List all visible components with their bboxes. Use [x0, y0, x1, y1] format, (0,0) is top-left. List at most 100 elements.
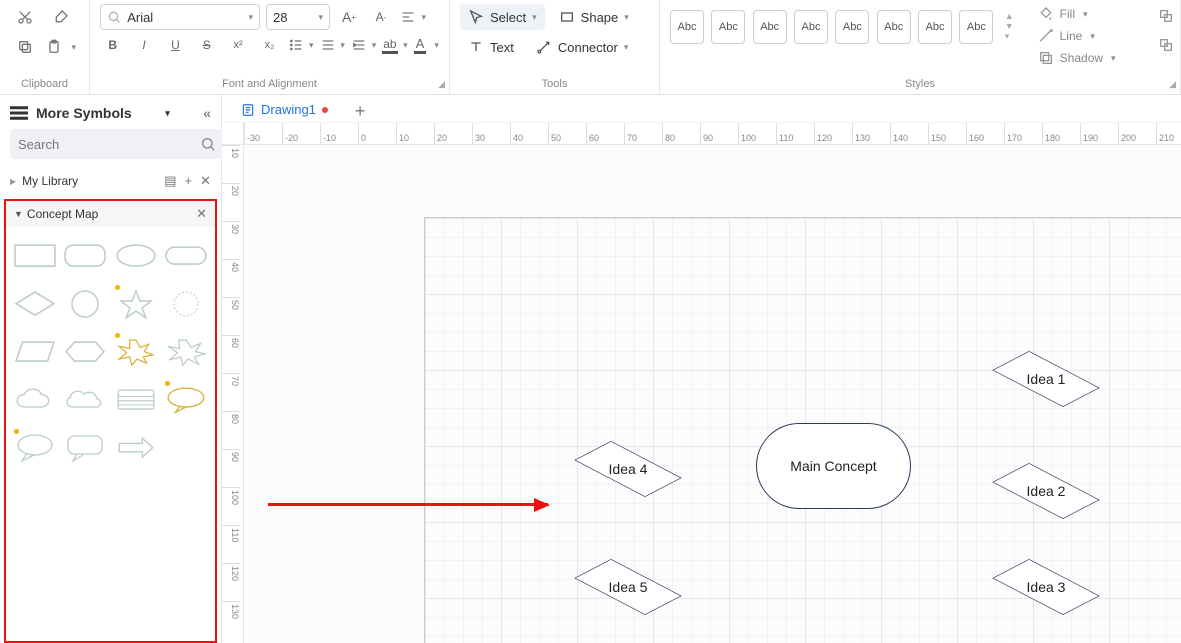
shape-arrow-right[interactable] — [113, 431, 159, 465]
text-tool[interactable]: Text — [460, 34, 522, 60]
lib-grid-icon[interactable]: ▤ — [164, 173, 176, 189]
font-size-select[interactable]: 28 ▾ — [266, 4, 330, 30]
underline-icon[interactable]: U — [163, 34, 188, 56]
style-swatch-4[interactable]: Abc — [794, 10, 828, 44]
decrease-font-icon[interactable]: A- — [368, 6, 394, 28]
bring-front-icon[interactable] — [1158, 8, 1174, 27]
shape-roundrect[interactable] — [62, 239, 108, 273]
node-idea1[interactable]: Idea 1 — [996, 353, 1096, 405]
fill-dropdown[interactable]: Fill▾ — [1038, 4, 1116, 24]
send-back-icon[interactable] — [1158, 37, 1174, 56]
symbol-search[interactable] — [10, 129, 224, 159]
collapse-left-icon[interactable]: « — [203, 105, 211, 121]
style-swatch-7[interactable]: Abc — [918, 10, 952, 44]
shape-hexagon[interactable] — [62, 335, 108, 369]
lib-close-icon[interactable]: ✕ — [200, 173, 211, 189]
drawing-surface[interactable]: Main Concept Idea 4 Idea 5 Idea 1 Idea 2… — [244, 145, 1181, 643]
shape-rectangle[interactable] — [12, 239, 58, 273]
font-family-select[interactable]: Arial ▾ — [100, 4, 260, 30]
annotation-arrow — [268, 503, 548, 506]
category-close-icon[interactable]: ✕ — [196, 206, 207, 222]
symbol-search-input[interactable] — [18, 137, 194, 152]
node-idea4[interactable]: Idea 4 — [578, 443, 678, 495]
style-swatch-2[interactable]: Abc — [711, 10, 745, 44]
subscript-icon[interactable]: x₂ — [257, 34, 282, 56]
shape-speech-rect[interactable] — [62, 431, 108, 465]
highlight-icon[interactable]: ab▾ — [382, 34, 407, 56]
shadow-dropdown[interactable]: Shadow▾ — [1038, 48, 1116, 68]
connector-tool[interactable]: Connector▾ — [528, 34, 637, 60]
tab-drawing1[interactable]: Drawing1 — [230, 96, 339, 122]
gallery-more-icon[interactable]: ▾ — [1005, 31, 1014, 42]
lib-add-icon[interactable]: + — [185, 173, 193, 189]
shape-speech-oval[interactable] — [12, 431, 58, 465]
gallery-down-icon[interactable]: ▼ — [1005, 21, 1014, 31]
left-panel: More Symbols▾ « ︿ ﹀ ▶ My Library ▤ + ✕ — [0, 95, 222, 643]
style-swatch-5[interactable]: Abc — [835, 10, 869, 44]
tools-label: Tools — [460, 76, 649, 92]
indent-icon[interactable]: ▾ — [351, 34, 376, 56]
shape-tool[interactable]: Shape▾ — [551, 4, 637, 30]
increase-font-icon[interactable]: A+ — [336, 6, 362, 28]
shape-palette — [6, 227, 215, 477]
bold-icon[interactable]: B — [100, 34, 125, 56]
style-swatch-8[interactable]: Abc — [959, 10, 993, 44]
font-family-value: Arial — [127, 10, 242, 25]
ribbon-group-tools: Select▾ Shape▾ Text Connector▾ Tools — [450, 0, 660, 94]
line-spacing-icon[interactable]: ▾ — [320, 34, 345, 56]
align-icon[interactable]: ▾ — [400, 6, 426, 28]
line-dropdown[interactable]: Line▾ — [1038, 26, 1116, 46]
bullet-list-icon[interactable]: ▾ — [288, 34, 313, 56]
shape-cloud2[interactable] — [62, 383, 108, 417]
my-library-row[interactable]: ▶ My Library ▤ + ✕ — [0, 167, 221, 195]
ribbon-group-clipboard: ▾ Clipboard — [0, 0, 90, 94]
shape-burst[interactable] — [163, 287, 209, 321]
gallery-up-icon[interactable]: ▲ — [1005, 11, 1014, 21]
node-idea3[interactable]: Idea 3 — [996, 561, 1096, 613]
italic-icon[interactable]: I — [131, 34, 156, 56]
shape-starburst-yellow[interactable] — [113, 335, 159, 369]
style-swatch-6[interactable]: Abc — [877, 10, 911, 44]
shape-empty — [163, 431, 209, 465]
style-swatch-3[interactable]: Abc — [753, 10, 787, 44]
select-tool[interactable]: Select▾ — [460, 4, 545, 30]
ruler-vertical: 102030405060708090100110120130 — [222, 145, 244, 643]
ribbon-group-styles: Abc Abc Abc Abc Abc Abc Abc Abc ▲ ▼ ▾ Fi… — [660, 0, 1181, 94]
style-gallery[interactable]: Abc Abc Abc Abc Abc Abc Abc Abc ▲ ▼ ▾ — [670, 4, 1014, 44]
search-icon[interactable] — [200, 136, 216, 152]
shape-capsule[interactable] — [163, 239, 209, 273]
cut-icon[interactable] — [10, 4, 40, 30]
canvas-area: Drawing1 + -30-20-1001020304050607080901… — [222, 95, 1181, 643]
shape-diamond[interactable] — [12, 287, 58, 321]
node-main-concept[interactable]: Main Concept — [756, 423, 911, 509]
dialog-launcher-icon[interactable]: ◢ — [438, 79, 445, 90]
ribbon: ▾ Clipboard Arial ▾ 28 ▾ A+ A- — [0, 0, 1181, 95]
node-idea2[interactable]: Idea 2 — [996, 465, 1096, 517]
format-painter-icon[interactable] — [46, 4, 76, 30]
shape-ellipse[interactable] — [113, 239, 159, 273]
strike-icon[interactable]: S — [194, 34, 219, 56]
node-idea5[interactable]: Idea 5 — [578, 561, 678, 613]
shape-circle[interactable] — [62, 287, 108, 321]
superscript-icon[interactable]: x² — [225, 34, 250, 56]
more-symbols-button[interactable]: More Symbols▾ « — [0, 95, 221, 129]
category-header[interactable]: ▼ Concept Map ✕ — [6, 201, 215, 227]
dialog-launcher-styles-icon[interactable]: ◢ — [1169, 79, 1176, 90]
paste-icon[interactable]: ▾ — [46, 34, 76, 60]
style-swatch-1[interactable]: Abc — [670, 10, 704, 44]
shape-speech-yellow[interactable] — [163, 383, 209, 417]
shape-cloud[interactable] — [12, 383, 58, 417]
shape-star[interactable] — [113, 287, 159, 321]
copy-icon[interactable] — [10, 34, 40, 60]
font-color-icon[interactable]: A▾ — [414, 34, 439, 56]
clipboard-label: Clipboard — [10, 76, 79, 92]
ruler-corner — [222, 123, 244, 145]
shape-explosion[interactable] — [163, 335, 209, 369]
add-tab-button[interactable]: + — [347, 101, 374, 122]
unsaved-indicator-icon — [322, 107, 328, 113]
shape-parallelogram[interactable] — [12, 335, 58, 369]
ruler-horizontal: -30-20-100102030405060708090100110120130… — [244, 123, 1181, 145]
body: More Symbols▾ « ︿ ﹀ ▶ My Library ▤ + ✕ — [0, 95, 1181, 643]
tab-bar: Drawing1 + — [222, 95, 1181, 123]
shape-card[interactable] — [113, 383, 159, 417]
